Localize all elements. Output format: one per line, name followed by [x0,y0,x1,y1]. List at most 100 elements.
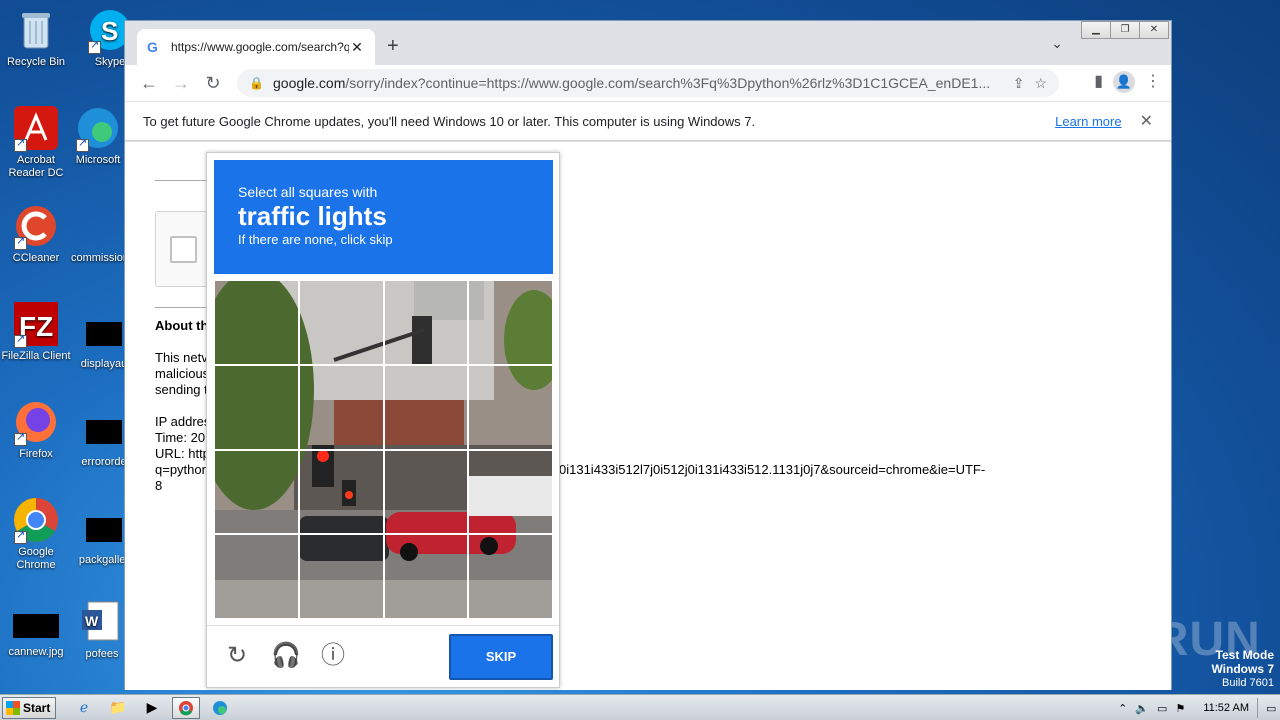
grid-tile[interactable] [383,449,469,535]
grid-tile[interactable] [298,280,384,365]
taskbar-explorer-icon[interactable]: 📁 [104,697,132,719]
test-mode-notice: Test Mode Windows 7 Build 7601 [1211,648,1274,690]
desktop-icon-recycle-bin[interactable]: Recycle Bin [0,6,72,69]
windows-logo-icon [6,700,20,715]
action-center-flag-icon[interactable]: ⚑ [1175,702,1185,715]
grid-tile[interactable] [298,364,384,450]
tab-strip: G https://www.google.com/search?q= ✕ + ⌄… [125,21,1171,65]
desktop-icon-firefox[interactable]: Firefox [0,398,72,461]
page-paragraph-line: sending t [155,382,208,397]
desktop-icon-label: Firefox [19,448,53,460]
address-bar[interactable]: 🔒 google.com/sorry/index?continue=https:… [237,69,1059,97]
challenge-instruction: Select all squares with [238,184,378,200]
reload-icon[interactable]: ↻ [197,73,229,94]
tab-close-icon[interactable]: ✕ [349,39,365,56]
build-line: Build 7601 [1222,677,1274,689]
word-doc-icon: W [78,598,126,646]
url-line: URL: http [155,446,210,461]
ccleaner-icon [12,202,60,250]
tray-expand-icon[interactable]: ⌃ [1118,702,1127,715]
grid-tile[interactable] [468,364,553,450]
start-label: Start [23,700,51,715]
url-text: google.com/sorry/index?continue=https://… [273,75,1003,91]
start-button[interactable]: Start [2,696,56,719]
file-icon [76,202,124,250]
edge-icon [74,104,122,152]
desktop-icon-chrome[interactable]: Google Chrome [0,496,72,572]
grid-tile[interactable] [298,534,384,619]
audio-challenge-icon[interactable]: 🎧 [271,642,301,670]
network-icon[interactable]: ▭ [1157,702,1167,715]
reload-challenge-icon[interactable]: ↻ [223,642,251,670]
new-tab-button[interactable]: + [387,35,399,58]
shortcut-arrow-icon [14,529,27,544]
svg-text:W: W [85,613,99,629]
desktop-icon-ccleaner[interactable]: CCleaner [0,202,72,265]
profile-avatar-icon[interactable]: 👤 [1113,71,1135,93]
image-file-icon [13,614,59,638]
shortcut-arrow-icon [14,235,27,250]
lock-icon: 🔒 [249,76,264,90]
close-window-button[interactable]: ✕ [1139,21,1169,39]
bookmark-star-icon[interactable]: ☆ [1034,75,1047,92]
desktop-icon-cannew[interactable]: cannew.jpg [0,604,72,659]
tab-search-chevron-icon[interactable]: ⌄ [1051,35,1063,52]
grid-tile[interactable] [214,449,299,535]
grid-tile[interactable] [468,449,553,535]
challenge-target: traffic lights [238,201,387,231]
desktop-icon-label: Skype [94,56,126,68]
grid-tile[interactable] [214,280,299,365]
tab-title: https://www.google.com/search?q= [171,40,349,54]
forward-arrow-icon[interactable]: → [165,73,197,94]
grid-tile[interactable] [383,364,469,450]
grid-tile[interactable] [214,534,299,619]
infobar-message: To get future Google Chrome updates, you… [143,113,756,129]
toolbar-right-actions: ▮ 👤 ⋮ [1094,71,1161,93]
restore-button[interactable]: ❐ [1110,21,1140,39]
url-tail-text: 0i131i433i512l7j0i512j0i131i433i512.1131… [559,462,986,477]
share-icon[interactable]: ⇪ [1013,75,1025,92]
firefox-icon [12,398,60,446]
desktop-icon-label: errororde [81,456,127,468]
desktop-icon-label: commission [70,252,130,264]
desktop-icon-filezilla[interactable]: FZ FileZilla Client [0,300,72,363]
desktop-icon-label: Google Chrome [16,546,56,571]
taskbar-edge-icon[interactable] [206,697,234,719]
window-controls: ▁ ❐ ✕ [1081,21,1169,39]
grid-tile[interactable] [214,364,299,450]
skip-button[interactable]: SKIP [449,634,553,680]
svg-text:S: S [101,16,118,46]
grid-tile[interactable] [298,449,384,535]
browser-tab[interactable]: G https://www.google.com/search?q= ✕ [137,29,375,65]
clock[interactable]: 11:52 AM [1203,702,1249,714]
recaptcha-checkbox[interactable] [170,236,197,263]
shortcut-arrow-icon [14,431,27,446]
file-icon [86,420,122,444]
side-panel-icon[interactable]: ▮ [1094,71,1103,93]
menu-kebab-icon[interactable]: ⋮ [1145,71,1161,93]
grid-tile[interactable] [383,280,469,365]
desktop-icon-label: cannew.jpg [8,646,64,658]
url-host: google.com [273,75,346,91]
show-desktop-separator [1257,698,1258,718]
challenge-footer: ↻ 🎧 ⓘ SKIP [207,625,559,689]
grid-tile[interactable] [383,534,469,619]
grid-tile[interactable] [468,534,553,619]
learn-more-link[interactable]: Learn more [1055,114,1121,129]
infobar-close-icon[interactable]: ✕ [1140,111,1153,131]
ip-address-line: IP addres [155,414,211,429]
desktop-icon-label: CCleaner [12,252,60,264]
taskbar-media-player-icon[interactable]: ▶ [138,697,166,719]
info-icon[interactable]: ⓘ [319,642,347,670]
grid-tile[interactable] [468,280,553,365]
acrobat-icon [12,104,60,152]
taskbar-chrome-icon[interactable] [172,696,200,719]
os-name-line: Windows 7 [1211,662,1274,676]
show-desktop-button[interactable]: ▭ [1266,702,1276,715]
minimize-button[interactable]: ▁ [1081,21,1111,39]
taskbar-ie-icon[interactable]: ℯ [70,697,98,719]
back-arrow-icon[interactable]: ← [133,73,165,94]
volume-icon[interactable]: 🔈 [1135,702,1149,715]
shortcut-arrow-icon [14,137,27,152]
url-continuation: q=pythor [155,462,206,477]
